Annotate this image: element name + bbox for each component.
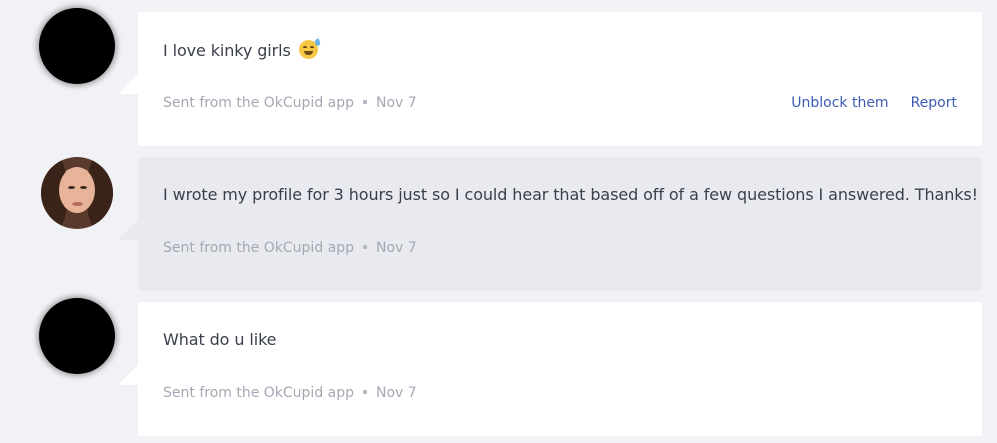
report-button[interactable]: Report [911,95,957,111]
bubble-tail [118,74,138,94]
message-source: Sent from the OkCupid app [163,95,355,111]
sender-avatar-redacted[interactable] [39,8,115,84]
sender-avatar-photo[interactable] [41,157,113,229]
message-bubble-own: I wrote my profile for 3 hours just so I… [138,157,982,291]
separator-dot [363,390,368,394]
bubble-tail [118,365,138,385]
separator-dot [363,245,368,249]
separator-dot [363,100,368,104]
sender-avatar-redacted[interactable] [39,298,115,374]
message-meta: Sent from the OkCupid app Nov 7 [163,240,417,256]
message-date: Nov 7 [376,95,417,111]
message-actions: Unblock them Report [791,95,957,111]
message-meta: Sent from the OkCupid app Nov 7 [163,385,417,401]
message-text: I wrote my profile for 3 hours just so I… [163,185,978,204]
bubble-tail [118,220,138,240]
message-thread: I love kinky girls Sent from the OkCupid… [0,0,997,443]
message-source: Sent from the OkCupid app [163,240,355,256]
grinning-face-with-sweat-icon [298,38,321,59]
message-bubble: What do u like Sent from the OkCupid app… [138,302,982,436]
message-date: Nov 7 [376,385,417,401]
message-text: I love kinky girls [163,38,321,60]
message-date: Nov 7 [376,240,417,256]
message-text: What do u like [163,330,277,349]
message-source: Sent from the OkCupid app [163,385,355,401]
message-bubble: I love kinky girls Sent from the OkCupid… [138,12,982,146]
message-meta: Sent from the OkCupid app Nov 7 [163,95,417,111]
message-text-content: I love kinky girls [163,41,291,60]
unblock-button[interactable]: Unblock them [791,95,888,111]
